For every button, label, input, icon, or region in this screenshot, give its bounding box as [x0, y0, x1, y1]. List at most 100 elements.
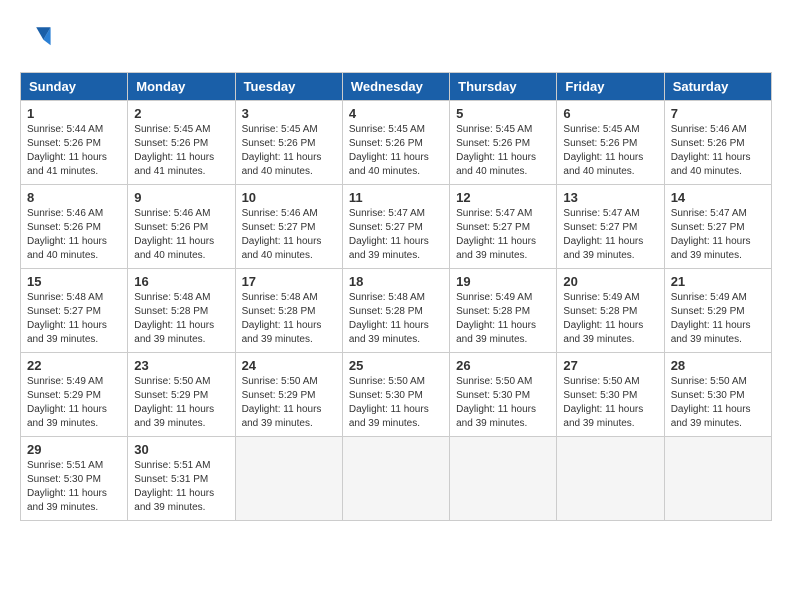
day-number: 16 — [134, 274, 228, 289]
calendar-cell-24: 24 Sunrise: 5:50 AM Sunset: 5:29 PM Dayl… — [235, 353, 342, 437]
day-number: 14 — [671, 190, 765, 205]
day-number: 15 — [27, 274, 121, 289]
day-info: Sunrise: 5:50 AM Sunset: 5:30 PM Dayligh… — [456, 375, 550, 431]
day-number: 12 — [456, 190, 550, 205]
day-info: Sunrise: 5:45 AM Sunset: 5:26 PM Dayligh… — [242, 123, 336, 179]
col-tuesday: Tuesday — [235, 73, 342, 101]
calendar-cell-3: 3 Sunrise: 5:45 AM Sunset: 5:26 PM Dayli… — [235, 101, 342, 185]
calendar-cell-29: 29 Sunrise: 5:51 AM Sunset: 5:30 PM Dayl… — [21, 437, 128, 521]
calendar-cell-25: 25 Sunrise: 5:50 AM Sunset: 5:30 PM Dayl… — [342, 353, 449, 437]
day-number: 26 — [456, 358, 550, 373]
calendar-cell-30: 30 Sunrise: 5:51 AM Sunset: 5:31 PM Dayl… — [128, 437, 235, 521]
day-info: Sunrise: 5:46 AM Sunset: 5:26 PM Dayligh… — [27, 207, 121, 263]
calendar-cell-empty — [342, 437, 449, 521]
day-info: Sunrise: 5:49 AM Sunset: 5:29 PM Dayligh… — [27, 375, 121, 431]
day-info: Sunrise: 5:48 AM Sunset: 5:28 PM Dayligh… — [349, 291, 443, 347]
calendar-cell-27: 27 Sunrise: 5:50 AM Sunset: 5:30 PM Dayl… — [557, 353, 664, 437]
day-number: 24 — [242, 358, 336, 373]
day-number: 28 — [671, 358, 765, 373]
calendar-cell-11: 11 Sunrise: 5:47 AM Sunset: 5:27 PM Dayl… — [342, 185, 449, 269]
calendar-week-row: 29 Sunrise: 5:51 AM Sunset: 5:30 PM Dayl… — [21, 437, 772, 521]
day-info: Sunrise: 5:50 AM Sunset: 5:30 PM Dayligh… — [671, 375, 765, 431]
calendar-cell-10: 10 Sunrise: 5:46 AM Sunset: 5:27 PM Dayl… — [235, 185, 342, 269]
calendar-cell-21: 21 Sunrise: 5:49 AM Sunset: 5:29 PM Dayl… — [664, 269, 771, 353]
day-number: 11 — [349, 190, 443, 205]
day-info: Sunrise: 5:47 AM Sunset: 5:27 PM Dayligh… — [563, 207, 657, 263]
calendar-cell-28: 28 Sunrise: 5:50 AM Sunset: 5:30 PM Dayl… — [664, 353, 771, 437]
calendar-week-row: 1 Sunrise: 5:44 AM Sunset: 5:26 PM Dayli… — [21, 101, 772, 185]
calendar-week-row: 15 Sunrise: 5:48 AM Sunset: 5:27 PM Dayl… — [21, 269, 772, 353]
calendar-cell-23: 23 Sunrise: 5:50 AM Sunset: 5:29 PM Dayl… — [128, 353, 235, 437]
calendar-cell-19: 19 Sunrise: 5:49 AM Sunset: 5:28 PM Dayl… — [450, 269, 557, 353]
col-monday: Monday — [128, 73, 235, 101]
day-info: Sunrise: 5:49 AM Sunset: 5:28 PM Dayligh… — [563, 291, 657, 347]
day-info: Sunrise: 5:45 AM Sunset: 5:26 PM Dayligh… — [563, 123, 657, 179]
day-info: Sunrise: 5:50 AM Sunset: 5:30 PM Dayligh… — [349, 375, 443, 431]
day-number: 21 — [671, 274, 765, 289]
col-thursday: Thursday — [450, 73, 557, 101]
day-number: 5 — [456, 106, 550, 121]
day-info: Sunrise: 5:48 AM Sunset: 5:27 PM Dayligh… — [27, 291, 121, 347]
day-info: Sunrise: 5:51 AM Sunset: 5:30 PM Dayligh… — [27, 459, 121, 515]
page-header — [20, 20, 772, 56]
calendar-cell-empty — [235, 437, 342, 521]
calendar-cell-13: 13 Sunrise: 5:47 AM Sunset: 5:27 PM Dayl… — [557, 185, 664, 269]
calendar-cell-20: 20 Sunrise: 5:49 AM Sunset: 5:28 PM Dayl… — [557, 269, 664, 353]
day-number: 4 — [349, 106, 443, 121]
day-info: Sunrise: 5:50 AM Sunset: 5:29 PM Dayligh… — [242, 375, 336, 431]
day-number: 20 — [563, 274, 657, 289]
day-number: 13 — [563, 190, 657, 205]
calendar-cell-14: 14 Sunrise: 5:47 AM Sunset: 5:27 PM Dayl… — [664, 185, 771, 269]
day-number: 9 — [134, 190, 228, 205]
day-number: 2 — [134, 106, 228, 121]
calendar-cell-7: 7 Sunrise: 5:46 AM Sunset: 5:26 PM Dayli… — [664, 101, 771, 185]
calendar-cell-17: 17 Sunrise: 5:48 AM Sunset: 5:28 PM Dayl… — [235, 269, 342, 353]
calendar-cell-empty — [450, 437, 557, 521]
day-number: 22 — [27, 358, 121, 373]
calendar-cell-12: 12 Sunrise: 5:47 AM Sunset: 5:27 PM Dayl… — [450, 185, 557, 269]
calendar-week-row: 22 Sunrise: 5:49 AM Sunset: 5:29 PM Dayl… — [21, 353, 772, 437]
day-info: Sunrise: 5:49 AM Sunset: 5:29 PM Dayligh… — [671, 291, 765, 347]
day-info: Sunrise: 5:46 AM Sunset: 5:26 PM Dayligh… — [671, 123, 765, 179]
calendar-cell-4: 4 Sunrise: 5:45 AM Sunset: 5:26 PM Dayli… — [342, 101, 449, 185]
day-number: 1 — [27, 106, 121, 121]
day-info: Sunrise: 5:48 AM Sunset: 5:28 PM Dayligh… — [134, 291, 228, 347]
calendar-cell-empty — [557, 437, 664, 521]
day-number: 29 — [27, 442, 121, 457]
day-info: Sunrise: 5:47 AM Sunset: 5:27 PM Dayligh… — [671, 207, 765, 263]
logo — [20, 20, 62, 56]
col-wednesday: Wednesday — [342, 73, 449, 101]
day-info: Sunrise: 5:47 AM Sunset: 5:27 PM Dayligh… — [349, 207, 443, 263]
day-info: Sunrise: 5:45 AM Sunset: 5:26 PM Dayligh… — [456, 123, 550, 179]
day-number: 17 — [242, 274, 336, 289]
col-sunday: Sunday — [21, 73, 128, 101]
day-info: Sunrise: 5:45 AM Sunset: 5:26 PM Dayligh… — [349, 123, 443, 179]
day-info: Sunrise: 5:46 AM Sunset: 5:27 PM Dayligh… — [242, 207, 336, 263]
calendar-cell-18: 18 Sunrise: 5:48 AM Sunset: 5:28 PM Dayl… — [342, 269, 449, 353]
day-info: Sunrise: 5:51 AM Sunset: 5:31 PM Dayligh… — [134, 459, 228, 515]
day-info: Sunrise: 5:50 AM Sunset: 5:30 PM Dayligh… — [563, 375, 657, 431]
day-number: 19 — [456, 274, 550, 289]
calendar-cell-1: 1 Sunrise: 5:44 AM Sunset: 5:26 PM Dayli… — [21, 101, 128, 185]
day-info: Sunrise: 5:45 AM Sunset: 5:26 PM Dayligh… — [134, 123, 228, 179]
calendar-cell-9: 9 Sunrise: 5:46 AM Sunset: 5:26 PM Dayli… — [128, 185, 235, 269]
calendar-cell-6: 6 Sunrise: 5:45 AM Sunset: 5:26 PM Dayli… — [557, 101, 664, 185]
day-number: 23 — [134, 358, 228, 373]
calendar-cell-2: 2 Sunrise: 5:45 AM Sunset: 5:26 PM Dayli… — [128, 101, 235, 185]
calendar-header-row: Sunday Monday Tuesday Wednesday Thursday… — [21, 73, 772, 101]
day-number: 6 — [563, 106, 657, 121]
day-number: 25 — [349, 358, 443, 373]
day-number: 30 — [134, 442, 228, 457]
calendar-week-row: 8 Sunrise: 5:46 AM Sunset: 5:26 PM Dayli… — [21, 185, 772, 269]
day-number: 7 — [671, 106, 765, 121]
day-number: 8 — [27, 190, 121, 205]
day-info: Sunrise: 5:50 AM Sunset: 5:29 PM Dayligh… — [134, 375, 228, 431]
logo-icon — [20, 20, 56, 56]
col-saturday: Saturday — [664, 73, 771, 101]
calendar-cell-5: 5 Sunrise: 5:45 AM Sunset: 5:26 PM Dayli… — [450, 101, 557, 185]
calendar-table: Sunday Monday Tuesday Wednesday Thursday… — [20, 72, 772, 521]
calendar-cell-15: 15 Sunrise: 5:48 AM Sunset: 5:27 PM Dayl… — [21, 269, 128, 353]
day-number: 27 — [563, 358, 657, 373]
day-info: Sunrise: 5:46 AM Sunset: 5:26 PM Dayligh… — [134, 207, 228, 263]
calendar-cell-26: 26 Sunrise: 5:50 AM Sunset: 5:30 PM Dayl… — [450, 353, 557, 437]
